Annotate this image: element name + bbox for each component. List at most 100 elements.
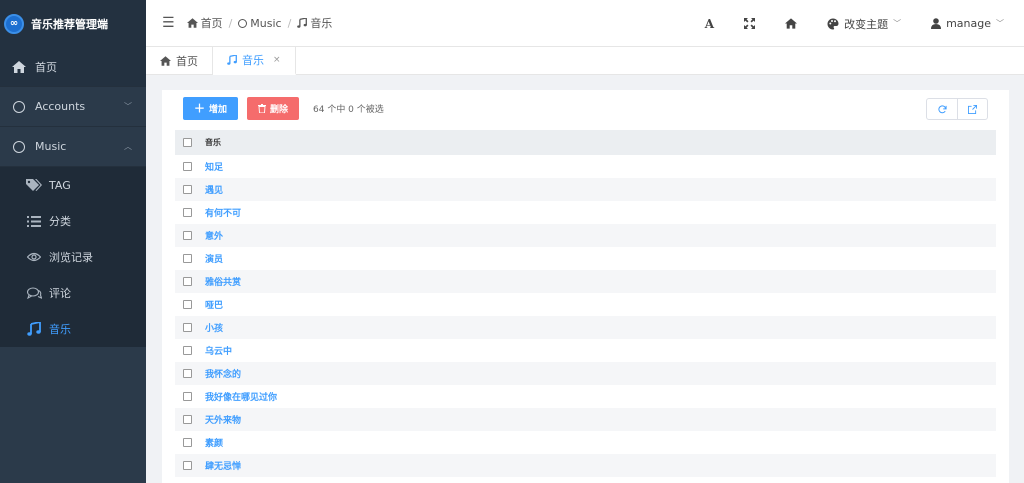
page-tabs: 首页 音乐 × <box>146 47 1024 75</box>
home-icon <box>186 18 198 28</box>
table-row: 有何不可 <box>175 201 996 224</box>
table-header: 音乐 <box>175 130 996 155</box>
sidebar-item-music-list[interactable]: 音乐 <box>0 311 146 347</box>
sidebar-item-home[interactable]: 首页 <box>0 47 146 87</box>
app-title: 音乐推荐管理端 <box>31 17 108 31</box>
tags-icon <box>26 179 42 191</box>
close-icon[interactable]: × <box>273 55 281 65</box>
sidebar-item-accounts[interactable]: Accounts ﹀ <box>0 87 146 127</box>
refresh-icon <box>937 104 947 113</box>
chevron-down-icon: ﹀ <box>124 102 132 111</box>
row-checkbox[interactable] <box>183 254 192 263</box>
menu-toggle-icon[interactable]: ☰ <box>162 15 175 31</box>
app-logo[interactable]: ∞ 音乐推荐管理端 <box>0 0 146 47</box>
trash-icon <box>257 103 266 113</box>
tab-home[interactable]: 首页 <box>146 47 213 75</box>
music-title-link[interactable]: 天外来物 <box>205 413 241 426</box>
music-title-link[interactable]: 雅俗共赏 <box>205 275 241 288</box>
row-checkbox[interactable] <box>183 231 192 240</box>
breadcrumb: 首页 / Music / 音乐 <box>186 15 332 31</box>
sidebar-item-label: Accounts <box>35 100 86 113</box>
table-row: 哑巴 <box>175 293 996 316</box>
select-all-checkbox[interactable] <box>183 138 192 147</box>
sidebar: ∞ 音乐推荐管理端 首页 Accounts ﹀ Music ︿ TAG 分类 浏… <box>0 0 146 483</box>
column-header-music[interactable]: 音乐 <box>205 137 221 148</box>
tab-label: 首页 <box>176 55 198 68</box>
row-checkbox[interactable] <box>183 162 192 171</box>
music-title-link[interactable]: 知足 <box>205 160 223 173</box>
circle-icon <box>238 18 248 28</box>
music-title-link[interactable]: 遇见 <box>205 183 223 196</box>
sidebar-item-comments[interactable]: 评论 <box>0 275 146 311</box>
table-row: 遇见 <box>175 178 996 201</box>
row-checkbox[interactable] <box>183 415 192 424</box>
fullscreen-button[interactable] <box>729 18 770 29</box>
add-button[interactable]: ＋ 增加 <box>183 96 238 120</box>
row-checkbox[interactable] <box>183 277 192 286</box>
music-title-link[interactable]: 小孩 <box>205 321 223 334</box>
music-title-link[interactable]: 有何不可 <box>205 206 241 219</box>
table-row: 雅俗共赏 <box>175 270 996 293</box>
export-icon <box>968 104 977 114</box>
infinity-logo-icon: ∞ <box>4 13 24 34</box>
music-submenu: TAG 分类 浏览记录 评论 音乐 <box>0 167 146 347</box>
tab-music[interactable]: 音乐 × <box>213 47 296 75</box>
music-title-link[interactable]: 意外 <box>205 229 223 242</box>
table-row: 肆无忌惮 <box>175 454 996 477</box>
home-icon <box>785 18 798 29</box>
breadcrumb-separator: / <box>287 16 292 30</box>
music-title-link[interactable]: 我怀念的 <box>205 367 241 380</box>
circle-icon <box>12 100 26 114</box>
user-dropdown[interactable]: manage ﹀ <box>916 17 1024 30</box>
music-table: 音乐 知足遇见有何不可意外演员雅俗共赏哑巴小孩乌云中我怀念的我好像在哪见过你 天外… <box>175 130 996 477</box>
row-checkbox[interactable] <box>183 300 192 309</box>
theme-dropdown[interactable]: 改变主题 ﹀ <box>812 16 916 32</box>
user-icon <box>931 18 942 29</box>
delete-button[interactable]: 删除 <box>247 96 299 120</box>
row-checkbox[interactable] <box>183 369 192 378</box>
row-checkbox[interactable] <box>183 346 192 355</box>
top-header: ☰ 首页 / Music / 音乐 A 改变主题 ﹀ manage ﹀ <box>146 0 1024 47</box>
music-title-link[interactable]: 我好像在哪见过你 <box>205 390 277 403</box>
row-checkbox[interactable] <box>183 323 192 332</box>
sidebar-item-tag[interactable]: TAG <box>0 167 146 203</box>
main-content: ＋ 增加 删除 64 个中 0 个被选 音乐 知足遇见有何不可意外演员雅俗共赏哑… <box>162 90 1009 483</box>
table-row: 素颜 <box>175 431 996 454</box>
music-title-link[interactable]: 肆无忌惮 <box>205 459 241 472</box>
table-row: 乌云中 <box>175 339 996 362</box>
home-button[interactable] <box>770 18 812 29</box>
table-body: 知足遇见有何不可意外演员雅俗共赏哑巴小孩乌云中我怀念的我好像在哪见过你 天外来物素… <box>175 155 996 477</box>
selection-count: 64 个中 0 个被选 <box>313 104 384 115</box>
comments-icon <box>26 287 42 299</box>
row-checkbox[interactable] <box>183 208 192 217</box>
tab-label: 音乐 <box>242 54 264 67</box>
font-size-button[interactable]: A <box>690 17 729 31</box>
breadcrumb-home[interactable]: 首页 <box>186 15 223 31</box>
table-row: 小孩 <box>175 316 996 339</box>
sidebar-item-music[interactable]: Music ︿ <box>0 127 146 167</box>
music-title-link[interactable]: 乌云中 <box>205 344 232 357</box>
table-row: 意外 <box>175 224 996 247</box>
sidebar-item-history[interactable]: 浏览记录 <box>0 239 146 275</box>
refresh-button[interactable] <box>927 99 957 119</box>
row-checkbox[interactable] <box>183 461 192 470</box>
expand-icon <box>744 18 756 29</box>
export-button[interactable] <box>957 99 987 119</box>
breadcrumb-separator: / <box>228 16 233 30</box>
breadcrumb-current: 音乐 <box>297 15 332 31</box>
row-checkbox[interactable] <box>183 438 192 447</box>
table-row: 我怀念的 <box>175 362 996 385</box>
music-icon <box>227 55 237 65</box>
music-title-link[interactable]: 哑巴 <box>205 298 223 311</box>
music-title-link[interactable]: 演员 <box>205 252 223 265</box>
add-button-label: 增加 <box>208 104 227 115</box>
music-title-link[interactable]: 素颜 <box>205 436 223 449</box>
sidebar-item-category[interactable]: 分类 <box>0 203 146 239</box>
table-row: 我好像在哪见过你 <box>175 385 996 408</box>
row-checkbox[interactable] <box>183 392 192 401</box>
table-row: 知足 <box>175 155 996 178</box>
chevron-down-icon: ﹀ <box>893 19 902 28</box>
sidebar-item-label: 首页 <box>35 60 57 74</box>
row-checkbox[interactable] <box>183 185 192 194</box>
breadcrumb-music[interactable]: Music <box>238 17 282 30</box>
